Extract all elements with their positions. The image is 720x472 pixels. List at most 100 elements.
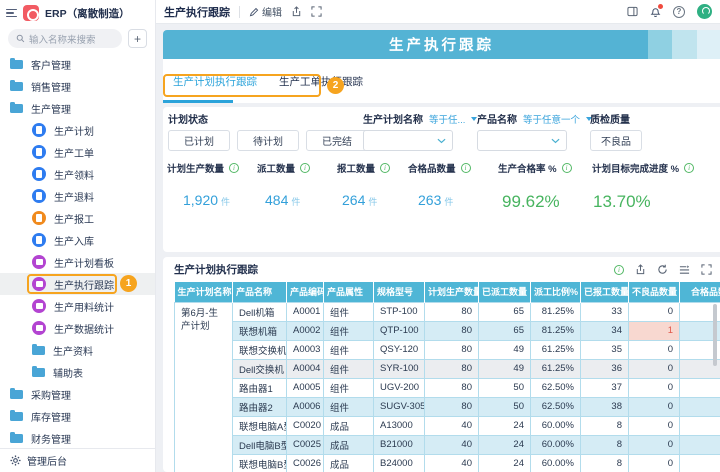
kpi-label: 计划生产数量: [167, 161, 224, 175]
kpi-card: 派工数量i484件: [257, 161, 310, 208]
product-name-select[interactable]: [477, 130, 567, 151]
help-icon[interactable]: ?: [673, 6, 685, 18]
panel-icon[interactable]: [627, 6, 638, 17]
info-icon[interactable]: i: [562, 163, 572, 173]
search-input[interactable]: 输入名称来搜索: [8, 29, 122, 48]
info-icon[interactable]: i: [614, 265, 624, 275]
sidebar-item[interactable]: 生产数据统计: [0, 317, 155, 339]
search-placeholder: 输入名称来搜索: [29, 32, 96, 46]
column-header[interactable]: 计划生产数量: [425, 282, 479, 302]
table-cell: 0: [629, 416, 680, 435]
plan-name-select[interactable]: [363, 130, 453, 151]
sidebar-item[interactable]: 库存管理: [0, 405, 155, 427]
sidebar-item-admin[interactable]: 管理后台: [0, 448, 155, 472]
search-icon: [16, 34, 25, 43]
column-header[interactable]: 产品名称: [233, 282, 287, 302]
edit-button[interactable]: 编辑: [249, 4, 282, 19]
column-header[interactable]: 已报工数量: [581, 282, 629, 302]
sidebar-item-label: 生产资料: [53, 343, 93, 358]
kpi-label: 派工数量: [257, 161, 295, 175]
table-cell: 81.25%: [531, 321, 581, 340]
table-cell: 路由器1: [233, 378, 287, 397]
table-row[interactable]: Dell交换机A0004组件SYR-100804961.25%360: [175, 359, 720, 378]
filter-option-button[interactable]: 不良品: [590, 130, 642, 151]
table-cell: 80: [425, 359, 479, 378]
sidebar-item[interactable]: 生产领料: [0, 163, 155, 185]
info-icon[interactable]: i: [229, 163, 239, 173]
sidebar-item[interactable]: 生产报工: [0, 207, 155, 229]
sidebar-item[interactable]: 生产管理: [0, 97, 155, 119]
refresh-icon[interactable]: [657, 264, 668, 275]
column-header[interactable]: 规格型号: [374, 282, 425, 302]
operator-link[interactable]: 等于任...: [429, 112, 465, 126]
sidebar-item[interactable]: 生产计划看板: [0, 251, 155, 273]
chevron-down-icon: [551, 138, 560, 144]
column-header[interactable]: 派工比例%: [531, 282, 581, 302]
column-header[interactable]: 产品编码: [287, 282, 324, 302]
table-row[interactable]: 路由器2A0006组件SUGV-305805062.50%380: [175, 397, 720, 416]
sidebar: ERP（离散制造） 输入名称来搜索 + 客户管理销售管理生产管理生产计划生产工单…: [0, 0, 156, 472]
kpi-value: 1,920件: [167, 192, 239, 208]
chart-icon: [32, 321, 46, 335]
sidebar-item[interactable]: 客户管理: [0, 53, 155, 75]
table-row[interactable]: 第6月-生产计划Dell机箱A0001组件STP-100806581.25%33…: [175, 302, 720, 321]
tab-inactive[interactable]: 生产工单执行跟踪: [276, 74, 366, 89]
sidebar-item[interactable]: 生产计划: [0, 119, 155, 141]
info-icon[interactable]: i: [684, 163, 694, 173]
sidebar-item[interactable]: 生产入库: [0, 229, 155, 251]
export-icon[interactable]: [635, 264, 646, 275]
table-cell: 80: [425, 340, 479, 359]
table-row[interactable]: 联想机箱A0002组件QTP-100806581.25%341: [175, 321, 720, 340]
sidebar-item[interactable]: 生产资料: [0, 339, 155, 361]
avatar[interactable]: [697, 4, 712, 19]
annotation-badge-2: 2: [327, 77, 344, 94]
sidebar-item[interactable]: 生产用料统计: [0, 295, 155, 317]
sidebar-item[interactable]: 生产退料: [0, 185, 155, 207]
table-cell: C0020: [287, 416, 324, 435]
folder-icon: [32, 346, 45, 355]
tab-active[interactable]: 生产计划执行跟踪: [170, 74, 260, 89]
column-header[interactable]: 合格品数量: [680, 282, 720, 302]
sidebar-item-label: 客户管理: [31, 57, 71, 72]
folder-icon: [10, 412, 23, 421]
table-cell: 0: [629, 340, 680, 359]
kpi-label: 生产合格率 %: [498, 161, 557, 175]
column-header[interactable]: 已派工数量: [479, 282, 531, 302]
filter-option-button[interactable]: 待计划: [237, 130, 299, 151]
filter-option-button[interactable]: 已完结: [306, 130, 368, 151]
sidebar-item[interactable]: 销售管理: [0, 75, 155, 97]
table-row[interactable]: 路由器1A0005组件UGV-200805062.50%370: [175, 378, 720, 397]
sidebar-item[interactable]: 财务管理: [0, 427, 155, 448]
table-cell: 组件: [324, 302, 374, 321]
info-icon[interactable]: i: [461, 163, 471, 173]
document-icon: [32, 167, 46, 181]
settings-columns-icon[interactable]: [679, 264, 690, 275]
info-icon[interactable]: i: [380, 163, 390, 173]
table-cell: 成品: [324, 435, 374, 454]
column-header[interactable]: 不良品数量: [629, 282, 680, 302]
table-cell: 0: [629, 359, 680, 378]
operator-link[interactable]: 等于任意一个: [523, 112, 580, 126]
add-button[interactable]: +: [128, 29, 147, 48]
table-row[interactable]: 联想交换机A0003组件QSY-120804961.25%350: [175, 340, 720, 359]
hamburger-menu-icon[interactable]: [6, 9, 17, 18]
table-row[interactable]: Dell电脑B型C0025成品B21000402460.00%80: [175, 435, 720, 454]
column-header[interactable]: 产品属性: [324, 282, 374, 302]
table-cell: 1: [629, 321, 680, 340]
filter-option-button[interactable]: 已计划: [168, 130, 230, 151]
sidebar-item[interactable]: 辅助表: [0, 361, 155, 383]
info-icon[interactable]: i: [300, 163, 310, 173]
kpi-value: 13.70%: [592, 192, 694, 212]
share-icon[interactable]: [291, 6, 302, 17]
notifications-bell-icon[interactable]: [650, 6, 661, 17]
sidebar-item[interactable]: 生产执行跟踪1: [0, 273, 155, 295]
fullscreen-icon[interactable]: [311, 6, 322, 17]
document-icon: [32, 123, 46, 137]
column-header[interactable]: 生产计划名称: [175, 282, 233, 302]
vertical-scrollbar[interactable]: [713, 304, 717, 366]
table-row[interactable]: 联想电脑B型C0026成品B24000402460.00%80: [175, 454, 720, 472]
sidebar-item[interactable]: 生产工单: [0, 141, 155, 163]
table-fullscreen-icon[interactable]: [701, 264, 712, 275]
sidebar-item[interactable]: 采购管理: [0, 383, 155, 405]
table-row[interactable]: 联想电脑A型C0020成品A13000402460.00%80: [175, 416, 720, 435]
